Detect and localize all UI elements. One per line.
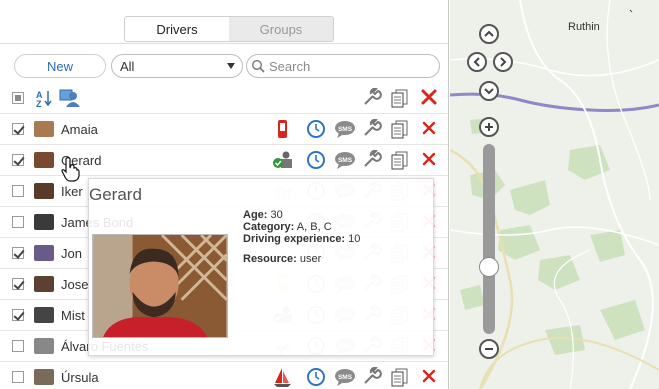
new-driver-button[interactable]: New [14,54,106,78]
category-value: A, B, C [296,221,332,233]
avatar [34,338,54,354]
driver-checkbox[interactable] [12,154,24,166]
header-divider [0,43,448,44]
pan-left-button[interactable] [467,52,487,72]
driver-assigned-icon[interactable] [272,150,294,170]
zoom-slider-track[interactable] [483,144,495,334]
avatar [34,214,54,230]
driver-checkbox[interactable] [12,278,24,290]
svg-text:SMS: SMS [338,126,353,133]
pan-up-button[interactable] [479,24,499,44]
filter-value: All [120,58,135,74]
driver-name[interactable]: Jon [61,246,82,261]
map-view[interactable]: Ruthin [450,0,659,389]
experience-value: 10 [348,233,361,245]
driver-info-popup: Gerard Age: 30 Category: A, B, C Driving… [88,178,434,356]
documents-icon[interactable] [389,119,411,139]
clock-icon[interactable] [305,119,327,139]
clock-icon[interactable] [305,367,327,387]
delete-icon[interactable] [419,88,441,108]
driver-photo [92,234,228,338]
zoom-in-button[interactable] [479,117,499,137]
map-place-label: Ruthin [568,21,600,33]
search-input[interactable] [265,57,425,75]
sailboat-icon[interactable] [272,367,294,387]
pan-right-button[interactable] [493,52,513,72]
sms-icon[interactable]: SMS [334,150,356,170]
driver-row[interactable]: Amaia SMS [0,114,448,145]
svg-text:SMS: SMS [338,374,353,381]
driver-name[interactable]: Iker [61,184,83,199]
chevron-down-icon [484,88,494,95]
zoom-slider-thumb[interactable] [479,256,499,277]
chevron-left-icon [473,57,480,67]
documents-icon[interactable] [389,150,411,170]
tab-drivers[interactable]: Drivers [125,17,229,41]
experience-label: Driving experience: [243,233,346,245]
zoom-out-button[interactable] [479,339,499,359]
red-phone-icon[interactable] [272,119,294,139]
tab-bar: Drivers Groups [124,16,334,42]
filter-select[interactable]: All [111,54,243,78]
driver-checkbox[interactable] [12,123,24,135]
avatar [34,369,54,385]
delete-icon[interactable] [419,367,441,387]
driver-checkbox[interactable] [12,371,24,383]
driver-checkbox[interactable] [12,247,24,259]
avatar [34,276,54,292]
documents-icon[interactable] [389,88,411,108]
driver-name[interactable]: Jose [61,277,88,292]
avatar [34,152,54,168]
avatar [34,245,54,261]
chevron-right-icon [500,57,507,67]
svg-text:Z: Z [36,99,42,108]
plus-icon [485,123,493,131]
svg-text:SMS: SMS [338,157,353,164]
chevron-down-icon [227,63,235,69]
sort-az-icon[interactable]: A Z [36,89,52,108]
tab-groups[interactable]: Groups [229,17,333,41]
avatar [34,183,54,199]
driver-name[interactable]: Amaia [61,122,98,137]
resource-label: Resource: [243,253,297,265]
drivers-panel: Drivers Groups New All A Z [0,0,449,389]
category-label: Category: [243,221,295,233]
sms-icon[interactable]: SMS [334,119,356,139]
users-group-icon[interactable] [58,88,82,108]
driver-name[interactable]: Mist [61,308,85,323]
pan-down-button[interactable] [479,81,499,101]
search-field[interactable] [246,54,440,78]
driver-checkbox[interactable] [12,340,24,352]
wrench-icon[interactable] [361,88,383,108]
driver-checkbox[interactable] [12,216,24,228]
age-value: 30 [270,209,283,221]
driver-name[interactable]: Úrsula [61,370,99,385]
list-header-row: A Z [0,83,448,114]
chevron-up-icon [484,30,494,37]
delete-icon[interactable] [419,119,441,139]
hand-cursor-icon [61,157,80,182]
driver-checkbox[interactable] [12,309,24,321]
delete-icon[interactable] [419,150,441,170]
minus-icon [485,348,493,350]
popup-details: Age: 30 Category: A, B, C Driving experi… [243,209,360,265]
popup-title: Gerard [89,185,142,204]
select-all-checkbox[interactable] [12,92,24,104]
wrench-icon[interactable] [361,119,383,139]
avatar [34,307,54,323]
age-label: Age: [243,209,268,221]
driver-checkbox[interactable] [12,185,24,197]
wrench-icon[interactable] [361,367,383,387]
sms-icon[interactable]: SMS [334,367,356,387]
documents-icon[interactable] [389,367,411,387]
driver-row[interactable]: Úrsula SMS [0,362,448,389]
wrench-icon[interactable] [361,150,383,170]
resource-value: user [299,253,322,265]
clock-icon[interactable] [305,150,327,170]
search-icon [251,59,265,73]
avatar [34,121,54,137]
